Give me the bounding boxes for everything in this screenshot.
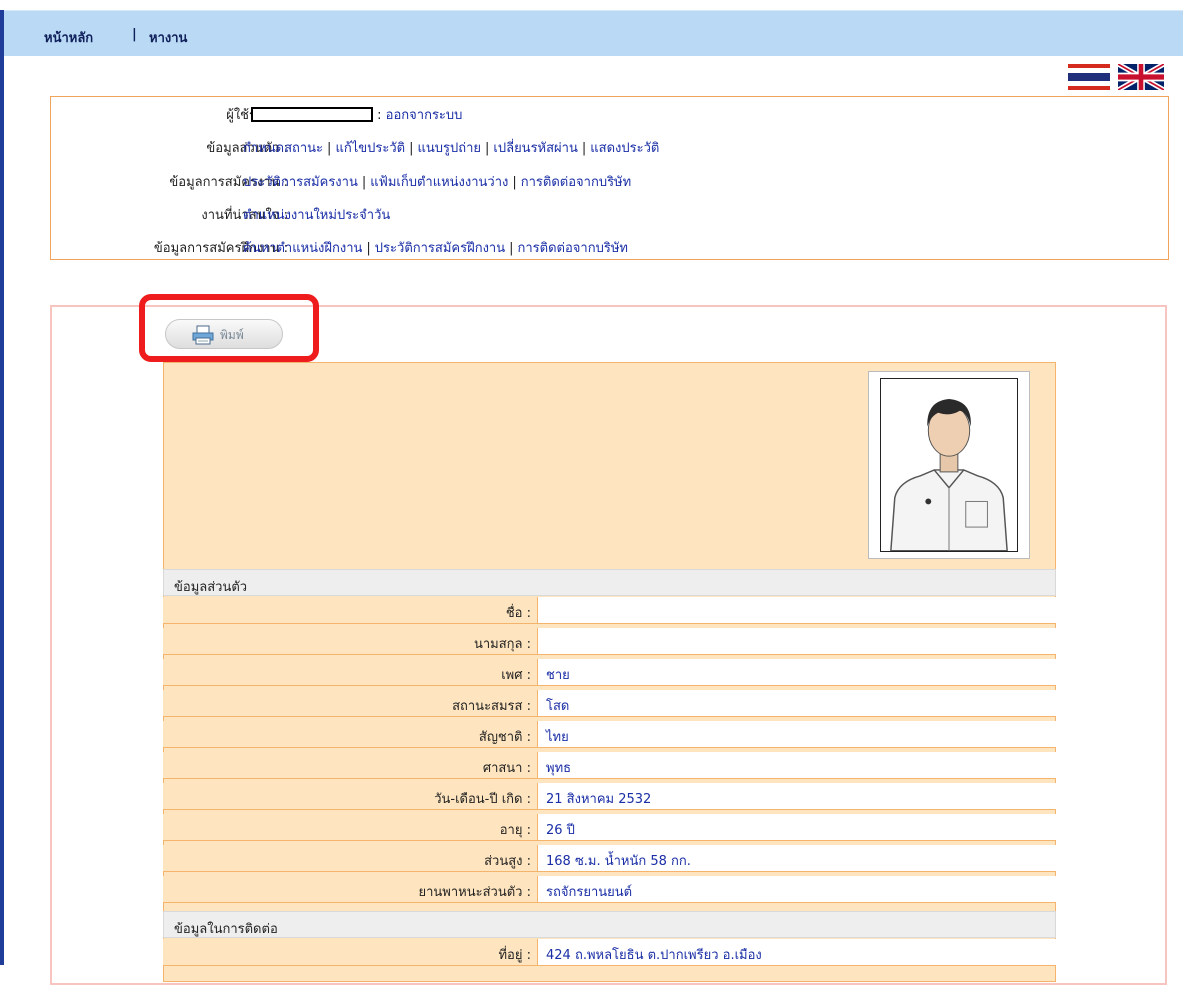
personal-link-4[interactable]: แสดงประวัติ (590, 141, 659, 156)
internship-links: ค้นหาตำแหน่งฝึกงาน | ประวัติการสมัครฝึกงาน… (243, 237, 628, 258)
link-separator: | (485, 141, 490, 156)
personal-info-header: ข้อมูลส่วนตัว (163, 569, 1056, 596)
field-row: เพศ : ชาย (163, 659, 1056, 686)
nav-jobs-link[interactable]: หางาน (149, 27, 187, 48)
internship-row: ข้อมูลการสมัครฝึกงาน : ค้นหาตำแหน่งฝึกงา… (51, 237, 1168, 259)
personal-link-3[interactable]: เปลี่ยนรหัสผ่าน (493, 141, 577, 156)
interest-link-0[interactable]: ตำแหน่งงานใหม่ประจำวัน (243, 208, 390, 223)
interest-row: งานที่น่าสนใจ : ตำแหน่งงานใหม่ประจำวัน (51, 204, 1168, 226)
link-separator: | (366, 241, 371, 256)
field-value: ไทย (537, 721, 1056, 747)
top-strip (0, 0, 1183, 10)
field-row: วัน-เดือน-ปี เกิด :21 สิงหาคม 2532 (163, 783, 1056, 810)
language-switcher (1068, 64, 1164, 90)
application-links: ประวัติการสมัครงาน | แฟ้มเก็บตำแหน่งงานว่า… (243, 171, 631, 192)
interest-links: ตำแหน่งงานใหม่ประจำวัน (243, 204, 390, 225)
person-avatar-icon (881, 379, 1017, 551)
field-row: นามสกุล : (163, 628, 1056, 655)
internship-link-1[interactable]: ประวัติการสมัครฝึกงาน (375, 241, 505, 256)
application-link-2[interactable]: การติดต่อจากบริษัท (521, 175, 631, 190)
contact-info-header: ข้อมูลในการติดต่อ (163, 911, 1056, 938)
left-edge-bar (0, 10, 4, 965)
field-label: สัญชาติ : (163, 721, 537, 747)
field-value: 168 ซ.ม. น้ำหนัก 58 กก. (537, 845, 1056, 871)
field-row: สถานะสมรส : โสด (163, 690, 1056, 717)
link-separator: | (581, 141, 587, 156)
field-value: 26 ปี (537, 814, 1056, 840)
logout-link[interactable]: ออกจากระบบ (386, 108, 463, 123)
field-label: อายุ : (163, 814, 537, 840)
link-separator: | (327, 141, 332, 156)
thai-flag-icon[interactable] (1068, 64, 1110, 90)
field-label: ที่อยู่ : (163, 939, 537, 965)
field-label: วัน-เดือน-ปี เกิด : (163, 783, 537, 809)
uk-flag-icon[interactable] (1118, 64, 1164, 90)
field-label: ส่วนสูง : (163, 845, 537, 871)
field-value (537, 628, 1056, 654)
field-value (537, 597, 1056, 623)
personal-link-1[interactable]: แก้ไขประวัติ (335, 141, 405, 156)
field-label: ยานพาหนะส่วนตัว : (163, 876, 537, 902)
application-row: ข้อมูลการสมัครงาน : ประวัติการสมัครงาน | แ… (51, 171, 1168, 193)
field-value: รถจักรยานยนต์ (537, 876, 1056, 902)
field-value: 424 ถ.พหลโยธิน ต.ปากเพรียว อ.เมือง (537, 939, 1056, 965)
application-link-0[interactable]: ประวัติการสมัครงาน (243, 175, 358, 190)
application-link-1[interactable]: แฟ้มเก็บตำแหน่งงานว่าง (370, 175, 508, 190)
personal-link-0[interactable]: กำหนดสถานะ (243, 141, 323, 156)
internship-link-2[interactable]: การติดต่อจากบริษัท (518, 241, 628, 256)
field-value: พุทธ (537, 752, 1056, 778)
personal-links: กำหนดสถานะ | แก้ไขประวัติ | แนบรูปถ่าย | เปลี่… (243, 137, 659, 158)
link-separator: | (409, 141, 414, 156)
user-row: ผู้ใช้ระบบ : : ออกจากระบบ (51, 104, 1168, 126)
personal-row: ข้อมูลส่วนตัว : กำหนดสถานะ | แก้ไขประวัติ |… (51, 137, 1168, 159)
top-navbar: หน้าหลัก | หางาน (4, 10, 1183, 56)
field-value: โสด (537, 690, 1056, 716)
field-row: ชื่อ : (163, 597, 1056, 624)
field-row: สัญชาติ : ไทย (163, 721, 1056, 748)
field-label: นามสกุล : (163, 628, 537, 654)
field-label: สถานะสมรส : (163, 690, 537, 716)
profile-photo-frame (868, 371, 1030, 559)
logout-prefix: : (377, 108, 382, 123)
username-redacted (251, 107, 373, 122)
nav-separator: | (132, 27, 137, 42)
field-row: อายุ :26 ปี (163, 814, 1056, 841)
field-label: เพศ : (163, 659, 537, 685)
internship-link-0[interactable]: ค้นหาตำแหน่งฝึกงาน (243, 241, 362, 256)
print-highlight-annotation (139, 294, 319, 362)
field-value: ชาย (537, 659, 1056, 685)
link-separator: | (509, 241, 514, 256)
link-separator: | (512, 175, 517, 190)
field-row: ศาสนา : พุทธ (163, 752, 1056, 779)
field-value: 21 สิงหาคม 2532 (537, 783, 1056, 809)
link-separator: | (361, 175, 367, 190)
field-row: ยานพาหนะส่วนตัว : รถจักรยานยนต์ (163, 876, 1056, 903)
profile-photo (880, 378, 1018, 552)
user-menu-box: ผู้ใช้ระบบ : : ออกจากระบบ ข้อมูลส่วนตัว … (50, 96, 1169, 260)
field-row: ที่อยู่ :424 ถ.พหลโยธิน ต.ปากเพรียว อ.เม… (163, 939, 1056, 966)
personal-link-2[interactable]: แนบรูปถ่าย (417, 141, 481, 156)
field-label: ชื่อ : (163, 597, 537, 623)
nav-home-link[interactable]: หน้าหลัก (44, 27, 93, 48)
field-row: ส่วนสูง :168 ซ.ม. น้ำหนัก 58 กก. (163, 845, 1056, 872)
field-label: ศาสนา : (163, 752, 537, 778)
